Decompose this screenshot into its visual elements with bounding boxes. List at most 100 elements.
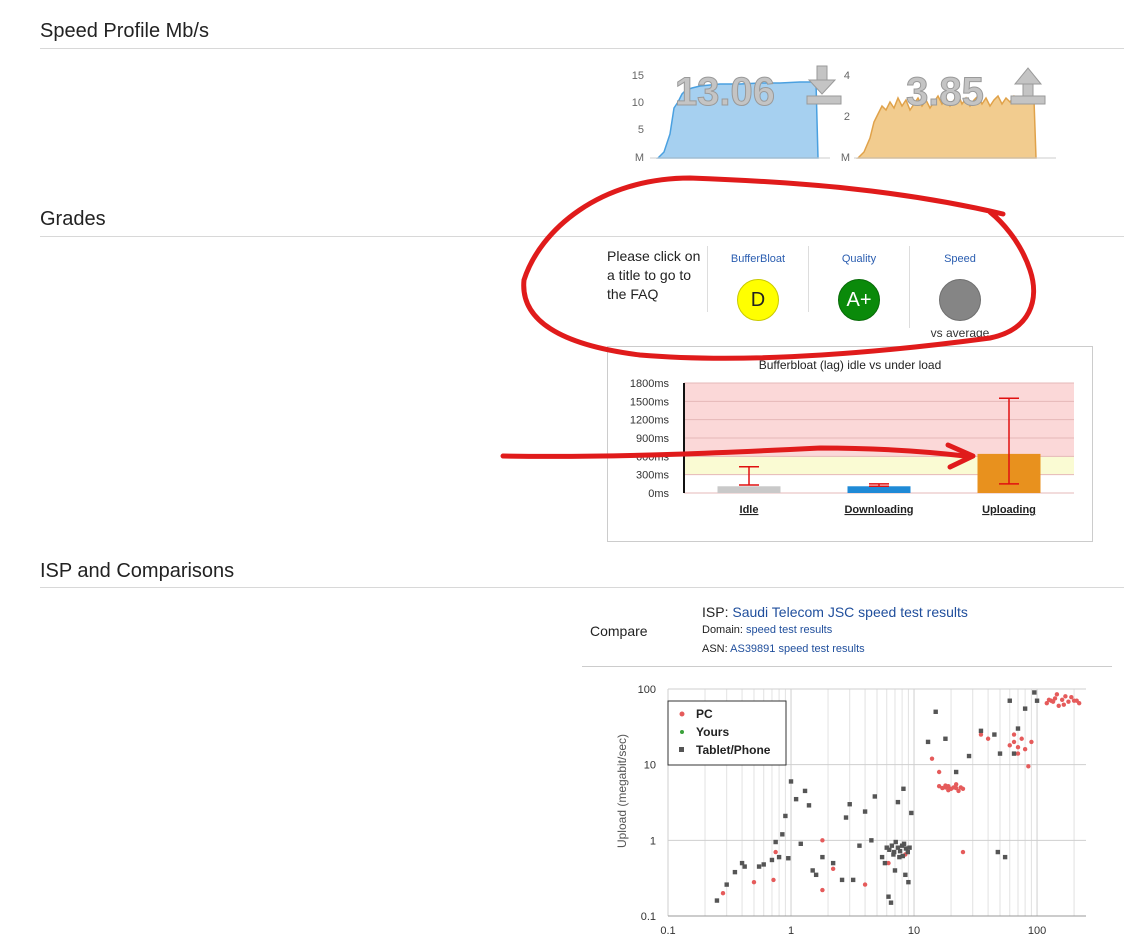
bufferbloat-link[interactable]: BufferBloat: [731, 253, 785, 265]
tablet-phone-point: [943, 736, 948, 741]
tablet-phone-point: [724, 882, 729, 887]
asn-label: ASN:: [702, 643, 728, 655]
pc-point: [985, 736, 991, 741]
pc-point: [1054, 692, 1060, 697]
pc-point: [1050, 699, 1056, 704]
y-tick-label: 1800ms: [630, 378, 670, 390]
category-link-idle[interactable]: Idle: [740, 504, 759, 516]
pc-point: [960, 849, 966, 855]
pc-point: [943, 783, 948, 788]
download-axis-label: M: [635, 152, 644, 164]
tablet-phone-point: [901, 786, 906, 791]
legend-tablet-label: Tablet/Phone: [696, 743, 771, 757]
tablet-phone-point: [857, 843, 862, 848]
tablet-phone-point: [1032, 690, 1037, 695]
y-tick-label: 900ms: [636, 433, 670, 445]
tablet-phone-point: [895, 799, 901, 805]
tablet-phone-point: [907, 845, 912, 850]
category-link-downloading[interactable]: Downloading: [844, 504, 913, 516]
tablet-phone-point: [1015, 726, 1021, 731]
pc-point: [862, 882, 868, 887]
grade-quality: Quality A+: [811, 249, 907, 321]
grade-bufferbloat: BufferBloat D: [710, 249, 806, 321]
y-tick-label: 1: [650, 835, 656, 847]
isp-link[interactable]: Saudi Telecom JSC speed test results: [732, 604, 968, 620]
grade-speed: Speed vs average: [912, 249, 1008, 340]
pc-point: [1063, 694, 1068, 699]
isp-divider: [582, 666, 1112, 667]
domain-link[interactable]: speed test results: [746, 624, 832, 636]
y-tick-label: 10: [644, 760, 656, 772]
tablet-phone-point: [889, 843, 895, 848]
tablet-phone-point: [1002, 854, 1008, 860]
pc-point: [820, 838, 825, 843]
tablet-phone-point: [820, 854, 825, 860]
pc-point: [960, 786, 966, 791]
isp-label: ISP:: [702, 604, 729, 620]
domain-row: Domain: speed test results: [702, 624, 832, 636]
tablet-phone-point: [788, 779, 794, 784]
download-axis-label: 5: [638, 124, 644, 136]
tablet-phone-point: [830, 860, 836, 866]
tablet-phone-point: [1034, 698, 1040, 703]
tablet-phone-point: [891, 852, 896, 857]
legend-tablet-marker: [679, 747, 684, 752]
tablet-phone-point: [905, 849, 911, 855]
tablet-phone-point: [847, 802, 852, 807]
tablet-phone-point: [888, 900, 894, 905]
bufferbloat-grade-badge: D: [737, 279, 779, 321]
tablet-phone-point: [900, 853, 905, 859]
pc-point: [1056, 703, 1061, 708]
download-axis-label: 15: [632, 70, 644, 82]
tablet-phone-point: [909, 810, 914, 816]
pc-point: [751, 879, 757, 885]
tablet-phone-point: [966, 753, 972, 759]
category-link-uploading[interactable]: Uploading: [982, 504, 1036, 516]
isp-heading: ISP and Comparisons: [40, 560, 235, 582]
y-tick-label: 1200ms: [630, 415, 670, 427]
y-tick-label: 100: [638, 684, 656, 696]
tablet-phone-point: [901, 841, 907, 846]
tablet-phone-point: [742, 864, 747, 869]
tablet-phone-point: [756, 864, 762, 869]
tablet-phone-point: [882, 860, 888, 866]
quality-link[interactable]: Quality: [842, 253, 876, 265]
x-tick-label: 10: [908, 925, 920, 937]
y-tick-label: 300ms: [636, 470, 670, 482]
pc-point: [929, 756, 935, 761]
tablet-phone-point: [780, 832, 785, 837]
scatter-legend: PC Yours Tablet/Phone: [667, 700, 787, 766]
tablet-phone-point: [843, 815, 849, 820]
speed-link[interactable]: Speed: [944, 253, 976, 265]
section-divider: [40, 587, 1124, 588]
speed-grade-badge: [939, 279, 981, 321]
pc-point: [953, 785, 959, 791]
pc-point: [771, 877, 776, 883]
tablet-phone-point: [776, 854, 782, 860]
y-tick-label: 0.1: [641, 911, 656, 923]
x-tick-label: 100: [1028, 925, 1046, 937]
upload-icon: [1010, 67, 1046, 105]
tablet-phone-point: [793, 796, 799, 802]
asn-link[interactable]: AS39891 speed test results: [730, 643, 865, 655]
grades-heading: Grades: [40, 208, 106, 230]
tablet-phone-point: [839, 877, 845, 883]
tablet-phone-point: [813, 872, 819, 878]
pc-point: [1011, 732, 1017, 737]
speed-profile-heading: Speed Profile Mb/s: [40, 20, 209, 42]
upload-axis-label: M: [841, 152, 850, 164]
x-tick-label: 0.1: [660, 925, 675, 937]
pc-point: [830, 866, 836, 872]
tablet-phone-point: [798, 841, 803, 846]
pc-point: [1029, 739, 1034, 745]
tablet-phone-point: [850, 877, 856, 883]
legend-yours-marker: [680, 730, 684, 734]
tablet-phone-point: [887, 847, 892, 852]
tablet-phone-point: [953, 769, 959, 775]
chart-title: Bufferbloat (lag) idle vs under load: [759, 358, 942, 372]
tablet-phone-point: [903, 872, 908, 878]
pc-point: [720, 891, 726, 896]
tablet-phone-point: [773, 839, 778, 845]
bar-idle: [717, 486, 781, 493]
upload-axis-label: 4: [844, 70, 850, 82]
